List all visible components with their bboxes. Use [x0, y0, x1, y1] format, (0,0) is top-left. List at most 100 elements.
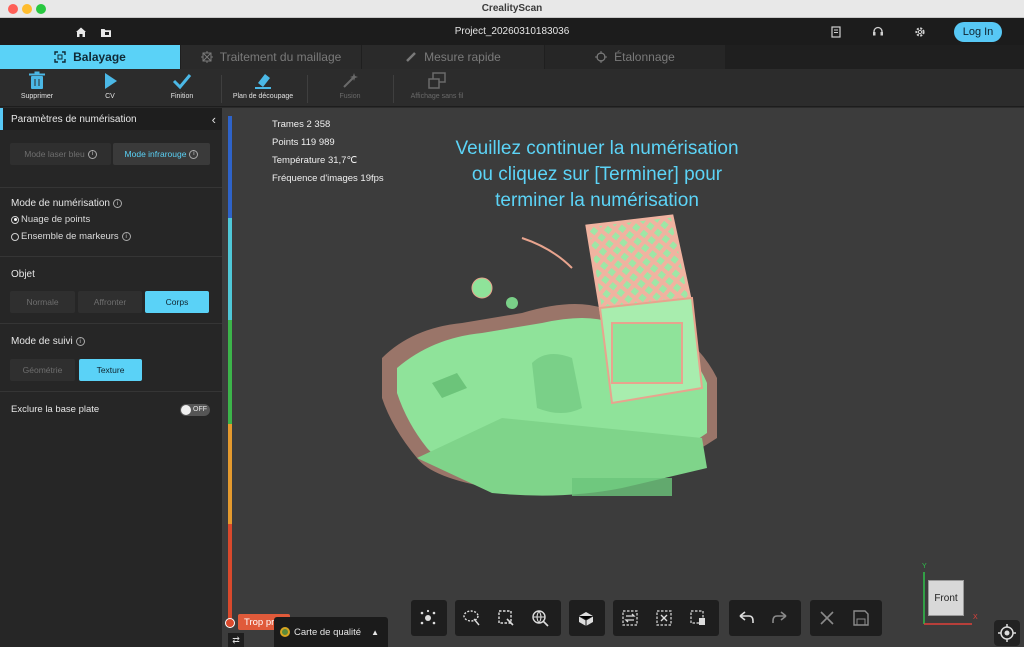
notes-icon[interactable]: [829, 25, 843, 39]
close-icon: [820, 611, 834, 625]
collapse-panel-chevron-icon[interactable]: ‹: [212, 112, 216, 127]
scan-stats: Trames 2 358 Points 119 989 Température …: [272, 116, 384, 188]
eraser-plane-icon: [255, 74, 271, 89]
scan-mode-title: Mode de numérisation i: [11, 198, 122, 209]
redo-button[interactable]: [763, 600, 797, 636]
cv-play-button[interactable]: CV: [75, 71, 145, 105]
app-header: Project_20260310183036: [0, 18, 1024, 45]
frames-count: Trames 2 358: [272, 119, 331, 130]
point-cloud-icon: [420, 609, 436, 625]
radio-selected-icon: [11, 215, 19, 224]
recenter-view-button[interactable]: [994, 620, 1020, 646]
object-normal-button[interactable]: Normale: [10, 291, 75, 313]
fusion-label: Fusion: [339, 93, 361, 100]
tracking-texture-button[interactable]: Texture: [79, 359, 142, 381]
finish-button[interactable]: Finition: [147, 71, 217, 105]
scan-mode-title-text: Mode de numérisation: [11, 198, 110, 209]
toolbar-divider: [307, 75, 308, 103]
tracking-mode-selector: Géométrie Texture: [10, 359, 142, 381]
distance-indicator: [225, 618, 235, 628]
info-icon[interactable]: i: [112, 199, 122, 208]
caret-up-icon: ▲: [371, 627, 379, 637]
laser-mode-button[interactable]: Mode laser bleu i: [10, 143, 111, 165]
quality-map-toggle[interactable]: Carte de qualité ▲: [274, 617, 388, 647]
clear-selection-button[interactable]: [647, 600, 681, 636]
panel-title: Paramètres de numérisation: [11, 113, 137, 125]
distance-bar-too-near: [228, 524, 232, 624]
tracking-section: Mode de suivi i Géométrie Texture: [0, 324, 222, 392]
distance-bar-mid-far: [228, 218, 232, 320]
object-section: Objet Normale Affronter Corps: [0, 257, 222, 324]
info-icon[interactable]: i: [87, 149, 97, 159]
tab-scan[interactable]: Balayage: [0, 45, 180, 69]
info-icon[interactable]: i: [121, 232, 131, 241]
infrared-mode-button[interactable]: Mode infrarouge i: [113, 143, 210, 165]
object-type-selector: Normale Affronter Corps: [10, 291, 209, 313]
wireless-display-button[interactable]: Affichage sans fil: [402, 71, 472, 105]
save-button[interactable]: [844, 600, 878, 636]
cancel-save-group: [810, 600, 882, 636]
rect-select-button[interactable]: [489, 600, 523, 636]
radio-marker-set[interactable]: Ensemble de markeurs i: [11, 231, 131, 242]
tab-mesh-processing[interactable]: Traitement du maillage: [181, 45, 361, 69]
tab-quick-measure[interactable]: Mesure rapide: [362, 45, 544, 69]
distance-bar-near: [228, 424, 232, 524]
save-icon: [853, 610, 869, 626]
screen-mirror-icon: [428, 72, 446, 89]
clip-box-button[interactable]: [569, 600, 603, 636]
tracking-geometry-button[interactable]: Géométrie: [10, 359, 75, 381]
distance-bar-far: [228, 116, 232, 218]
invert-selection-button[interactable]: [613, 600, 647, 636]
quality-map-label: Carte de qualité: [294, 626, 362, 638]
base-plate-label: Exclure la base plate: [11, 404, 100, 415]
lasso-select-button[interactable]: [455, 600, 489, 636]
trash-icon: [29, 71, 45, 89]
tab-calibration[interactable]: Étalonnage: [545, 45, 725, 69]
cv-label: CV: [105, 93, 115, 100]
base-plate-row: Exclure la base plate OFF: [0, 392, 222, 428]
radio-marker-set-label: Ensemble de markeurs: [21, 231, 119, 242]
point-cloud-display-button[interactable]: [411, 600, 445, 636]
info-icon[interactable]: i: [189, 149, 199, 159]
delete-selection-icon: [690, 610, 705, 625]
scan-viewport[interactable]: Trames 2 358 Points 119 989 Température …: [222, 108, 1024, 647]
radio-unselected-icon: [11, 232, 19, 241]
fusion-button[interactable]: Fusion: [315, 71, 385, 105]
lasso-icon: [463, 610, 480, 626]
connected-select-button[interactable]: [523, 600, 557, 636]
scan-settings-panel: Paramètres de numérisation ‹ Mode laser …: [0, 108, 222, 647]
info-icon[interactable]: i: [75, 337, 85, 346]
selection-tool-group: [455, 600, 561, 636]
window-titlebar: CrealityScan: [0, 0, 1024, 18]
swap-view-button[interactable]: ⇄: [228, 633, 244, 647]
undo-button[interactable]: [729, 600, 763, 636]
settings-gear-icon[interactable]: [913, 25, 927, 39]
radio-point-cloud[interactable]: Nuage de points: [11, 214, 90, 225]
scan-mode-section: Mode de numérisation i Nuage de points E…: [0, 188, 222, 257]
base-plate-toggle[interactable]: OFF: [180, 404, 210, 416]
object-face-button[interactable]: Affronter: [78, 291, 142, 313]
delete-label: Supprimer: [20, 93, 54, 100]
support-headset-icon[interactable]: [871, 25, 885, 39]
laser-mode-label: Mode laser bleu: [24, 149, 85, 159]
light-mode-selector: Mode laser bleu i Mode infrarouge i: [10, 143, 210, 165]
toggle-knob: [181, 405, 191, 415]
scan-instruction-message: Veuillez continuer la numérisation ou cl…: [422, 136, 772, 214]
message-line: ou cliquez sur [Terminer] pour: [471, 164, 723, 185]
globe-select-icon: [532, 610, 549, 627]
login-button[interactable]: Log In: [954, 22, 1002, 42]
edit-tool-group: [613, 600, 719, 636]
rect-select-icon: [498, 610, 514, 626]
cancel-button[interactable]: [810, 600, 844, 636]
cut-plane-button[interactable]: Plan de découpage: [228, 71, 298, 105]
distance-bar-optimal: [228, 320, 232, 424]
ruler-icon: [406, 52, 417, 62]
x-axis-label: X: [973, 614, 978, 621]
delete-selection-button[interactable]: [681, 600, 715, 636]
scan-light-section: Mode laser bleu i Mode infrarouge i: [0, 130, 222, 188]
object-body-button[interactable]: Corps: [145, 291, 209, 313]
delete-button[interactable]: Supprimer: [2, 71, 72, 105]
box-clip-icon: [578, 612, 594, 626]
infrared-mode-label: Mode infrarouge: [124, 149, 187, 159]
view-cube-front[interactable]: Front: [928, 580, 964, 616]
